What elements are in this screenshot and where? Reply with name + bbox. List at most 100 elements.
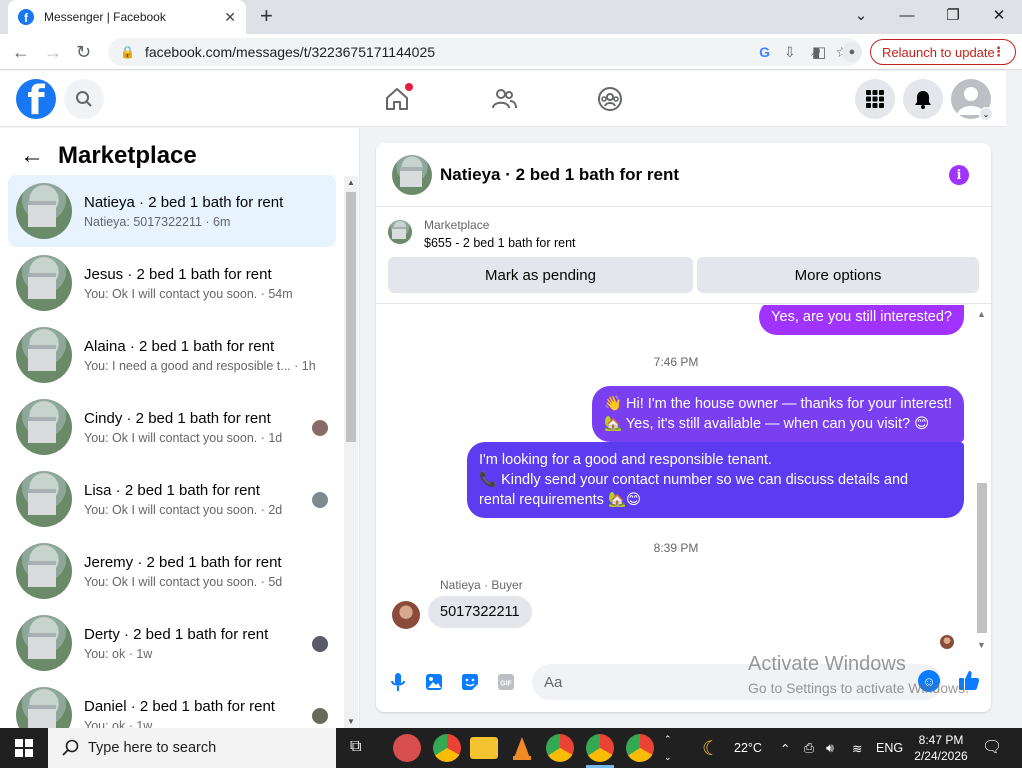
close-window-icon[interactable]: ✕ (976, 0, 1022, 30)
scrollbar-thumb[interactable] (977, 483, 987, 633)
show-hidden-icons-chevron-icon[interactable]: ⌃ (780, 728, 790, 768)
relaunch-button[interactable]: Relaunch to update ⋮ (870, 39, 1016, 65)
conversation-item[interactable]: Jeremy · 2 bed 1 bath for rent You: Ok I … (8, 535, 336, 607)
chrome-app-icon[interactable] (626, 734, 654, 762)
gif-button[interactable]: GIF (495, 671, 517, 693)
google-lens-icon[interactable]: G (759, 44, 770, 60)
attach-photo-button[interactable] (423, 671, 445, 693)
conversation-item[interactable]: Cindy · 2 bed 1 bath for rent You: Ok I w… (8, 391, 336, 463)
conversation-item[interactable]: Natieya · 2 bed 1 bath for rent Natieya: … (8, 175, 336, 247)
facebook-logo-icon[interactable]: f (16, 79, 56, 119)
listing-thumbnail (16, 615, 72, 671)
chat-scrollbar[interactable]: ▲ ▼ (975, 305, 989, 650)
notifications-button[interactable] (903, 79, 943, 119)
minimize-icon[interactable]: — (884, 0, 930, 30)
tab-search-icon[interactable]: ⌄ (838, 0, 884, 30)
mark-as-pending-button[interactable]: Mark as pending (388, 257, 693, 293)
seen-avatar (312, 492, 328, 508)
conversation-list: Natieya · 2 bed 1 bath for rent Natieya: … (8, 175, 336, 728)
wifi-icon[interactable]: ≋ (852, 728, 862, 768)
scroll-up-icon[interactable]: ▲ (977, 309, 986, 319)
taskbar-search[interactable]: Type here to search (48, 728, 336, 768)
facebook-favicon-icon: f (18, 9, 34, 25)
browser-menu-icon[interactable]: ⋮ (992, 44, 1005, 60)
taskbar-clock[interactable]: 8:47 PM 2/24/2026 (908, 732, 974, 764)
friends-nav-button[interactable] (490, 85, 518, 113)
seen-avatar (312, 636, 328, 652)
tab-title: Messenger | Facebook (44, 10, 166, 24)
chrome-app-icon[interactable] (433, 734, 461, 762)
microphone-icon (391, 673, 405, 691)
side-panel-icon[interactable]: ◧ (812, 43, 826, 61)
conversation-item[interactable]: Alaina · 2 bed 1 bath for rent You: I nee… (8, 319, 336, 391)
outgoing-message[interactable]: 👋 Hi! I'm the house owner — thanks for y… (591, 386, 964, 442)
scroll-down-icon[interactable]: ▼ (347, 717, 355, 726)
seen-avatar (312, 708, 328, 724)
new-tab-icon[interactable]: + (260, 5, 273, 27)
conversation-name: Derty · 2 bed 1 bath for rent (84, 625, 269, 643)
marketplace-title: Marketplace (58, 142, 197, 169)
conversation-item[interactable]: Lisa · 2 bed 1 bath for rent You: Ok I wi… (8, 463, 336, 535)
input-language[interactable]: ENG (876, 728, 903, 768)
task-view-icon[interactable]: ⧉ (350, 738, 361, 756)
address-bar[interactable]: 🔒 facebook.com/messages/t/32236751711440… (108, 38, 862, 66)
weather-temperature[interactable]: 22°C (734, 728, 762, 768)
scroll-up-icon[interactable]: ▲ (347, 178, 355, 187)
groups-icon (598, 87, 622, 111)
conversation-item[interactable]: Jesus · 2 bed 1 bath for rent You: Ok I w… (8, 247, 336, 319)
forward-arrow-icon[interactable]: → (44, 42, 62, 63)
chrome-app-icon[interactable] (586, 734, 614, 768)
groups-nav-button[interactable] (596, 85, 624, 113)
taskbar-overflow-chevron-icon[interactable]: ⌃ ⌄ (664, 730, 672, 766)
search-button[interactable] (64, 79, 104, 119)
home-nav-button[interactable] (383, 83, 413, 113)
restore-icon[interactable]: ❐ (930, 0, 976, 30)
account-avatar[interactable]: ⌄ (951, 79, 993, 121)
incoming-message[interactable]: 5017322211 (428, 596, 532, 628)
sender-avatar[interactable] (392, 601, 420, 629)
listing-thumbnail (16, 543, 72, 599)
outgoing-message[interactable]: I'm looking for a good and responsible t… (467, 442, 964, 518)
scrollbar-thumb[interactable] (346, 192, 356, 442)
vlc-app-icon[interactable] (508, 734, 536, 762)
marketplace-heading: ← Marketplace (20, 142, 197, 170)
info-icon[interactable]: i (949, 165, 969, 185)
back-arrow-icon[interactable]: ← (12, 42, 30, 63)
sidebar-scrollbar[interactable]: ▲ ▼ (344, 176, 358, 728)
close-tab-icon[interactable]: ✕ (224, 9, 236, 26)
chat-listing-thumbnail[interactable] (392, 154, 432, 195)
browser-tab[interactable]: f Messenger | Facebook ✕ (8, 0, 246, 34)
chrome-app-icon[interactable] (546, 734, 574, 762)
notification-center-icon[interactable]: 🗨︎ (982, 737, 1002, 757)
reload-icon[interactable]: ↻ (76, 42, 91, 63)
volume-icon[interactable]: 🔊︎ (826, 728, 834, 768)
search-placeholder: Type here to search (88, 740, 217, 756)
conversation-name: Alaina · 2 bed 1 bath for rent (84, 337, 275, 355)
timestamp: 8:39 PM (653, 541, 699, 555)
voice-clip-button[interactable] (387, 671, 409, 693)
menu-button[interactable] (855, 79, 895, 119)
weather-moon-icon[interactable]: ☾ (702, 736, 720, 761)
conversation-item[interactable]: Daniel · 2 bed 1 bath for rent You: ok · … (8, 679, 336, 728)
meet-now-icon[interactable]: ⎙ (804, 728, 814, 768)
outgoing-message[interactable]: Yes, are you still interested? (759, 305, 964, 335)
listing-thumbnail (16, 471, 72, 527)
file-explorer-icon[interactable] (470, 737, 498, 759)
conversation-snippet: You: ok · 1w (84, 646, 153, 661)
install-app-icon[interactable]: ⇩ (784, 44, 796, 61)
sticker-button[interactable] (459, 671, 481, 693)
paint-app-icon[interactable] (393, 734, 421, 762)
listing-thumbnail (16, 255, 72, 311)
listing-thumbnail (16, 399, 72, 455)
chat-title[interactable]: Natieya · 2 bed 1 bath for rent (440, 165, 679, 185)
message-line: 🏡 Yes, it's still available — when can y… (603, 416, 930, 432)
back-arrow-icon[interactable]: ← (20, 142, 44, 170)
listing-price[interactable]: $655 - 2 bed 1 bath for rent (424, 236, 576, 250)
conversation-item[interactable]: Derty · 2 bed 1 bath for rent You: ok · 1… (8, 607, 336, 679)
scroll-down-icon[interactable]: ▼ (977, 640, 986, 650)
clock-date: 2/24/2026 (914, 749, 968, 763)
profile-icon[interactable]: ● (842, 42, 862, 62)
more-options-button[interactable]: More options (697, 257, 979, 293)
listing-label: Marketplace (424, 218, 490, 232)
start-button[interactable] (0, 728, 48, 768)
